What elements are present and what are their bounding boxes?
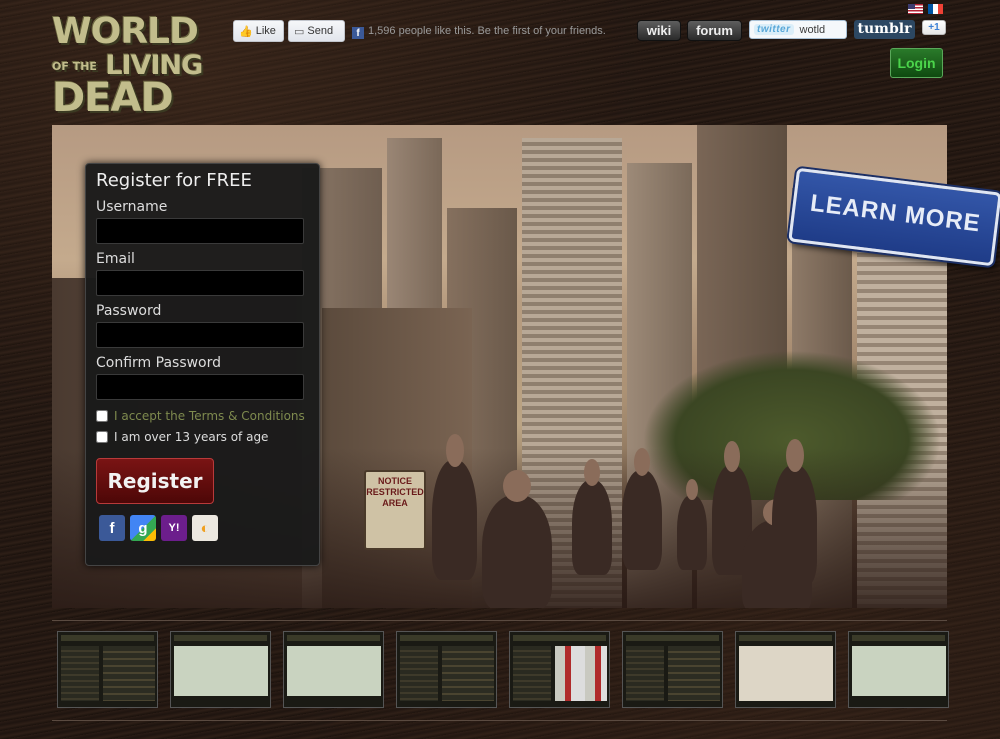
age-checkbox[interactable] [96, 431, 108, 443]
register-panel: Register for FREE Username Email Passwor… [85, 163, 320, 566]
twitter-follow-button[interactable]: twitter wotld [749, 20, 847, 39]
twitter-handle: wotld [799, 23, 826, 36]
register-button[interactable]: Register [96, 458, 214, 504]
facebook-icon: f [352, 27, 364, 39]
screenshot-thumbnail[interactable] [170, 631, 271, 708]
terms-row: I accept the Terms & Conditions [96, 409, 309, 423]
screenshot-thumbnail[interactable] [283, 631, 384, 708]
zombie-figure [622, 448, 662, 570]
username-field[interactable] [96, 218, 304, 244]
google-plus-one-button[interactable]: +1 [922, 20, 946, 35]
terms-checkbox[interactable] [96, 410, 108, 422]
age-label: I am over 13 years of age [114, 430, 269, 444]
zombie-figure [572, 459, 612, 575]
french-flag-icon[interactable] [928, 4, 943, 14]
yahoo-login-icon[interactable]: Y! [161, 515, 187, 541]
zombie-figure [772, 438, 817, 585]
divider-top [52, 620, 947, 621]
facebook-like-label: Like [255, 25, 276, 37]
zombie-figure [432, 433, 477, 580]
register-title: Register for FREE [96, 170, 252, 191]
logo-line-2-small: OF THE [52, 60, 97, 73]
screenshot-thumbnail[interactable] [622, 631, 723, 708]
facebook-send-label: Send [307, 25, 334, 37]
facebook-like-button[interactable]: 👍 Like [233, 20, 284, 42]
screenshot-thumbnail[interactable] [735, 631, 836, 708]
password-field[interactable] [96, 322, 304, 348]
logo-line-1: WORLD [52, 11, 199, 52]
terms-link[interactable]: I accept the Terms & Conditions [114, 409, 305, 423]
social-login-row: f g Y! ◐ [99, 515, 309, 541]
screenshot-thumbnail[interactable] [848, 631, 949, 708]
site-logo[interactable]: WORLD OF THE LIVING DEAD [52, 11, 212, 119]
logo-line-3: DEAD [52, 75, 174, 121]
wiki-button[interactable]: wiki [637, 20, 681, 41]
notice-sign: NOTICE RESTRICTED AREA [364, 470, 426, 550]
age-row: I am over 13 years of age [96, 430, 309, 444]
facebook-login-icon[interactable]: f [99, 515, 125, 541]
screenshot-strip [57, 631, 949, 708]
zombie-figure [482, 469, 552, 608]
zombie-figure [677, 478, 707, 570]
screenshot-thumbnail[interactable] [509, 631, 610, 708]
confirm-password-field[interactable] [96, 374, 304, 400]
username-label: Username [96, 199, 168, 215]
confirm-password-label: Confirm Password [96, 355, 222, 371]
email-field[interactable] [96, 270, 304, 296]
tumblr-button[interactable]: tumblr [854, 20, 915, 39]
password-label: Password [96, 303, 162, 319]
twitter-logo-icon: twitter [754, 24, 794, 35]
google-login-icon[interactable]: g [130, 515, 156, 541]
facebook-like-count-text: 1,596 people like this. Be the first of … [368, 25, 606, 37]
thumbs-up-icon: 👍 [239, 25, 253, 38]
facebook-send-button[interactable]: ▭ Send [288, 20, 345, 42]
screenshot-thumbnail[interactable] [396, 631, 497, 708]
screenshot-thumbnail[interactable] [57, 631, 158, 708]
login-button[interactable]: Login [890, 48, 943, 78]
us-flag-icon[interactable] [908, 4, 923, 14]
speech-bubble-icon: ▭ [294, 25, 305, 38]
forum-button[interactable]: forum [687, 20, 742, 41]
email-label: Email [96, 251, 135, 267]
openid-login-icon[interactable]: ◐ [192, 515, 218, 541]
facebook-social-text: f 1,596 people like this. Be the first of… [352, 24, 612, 39]
divider-bottom [52, 720, 947, 721]
